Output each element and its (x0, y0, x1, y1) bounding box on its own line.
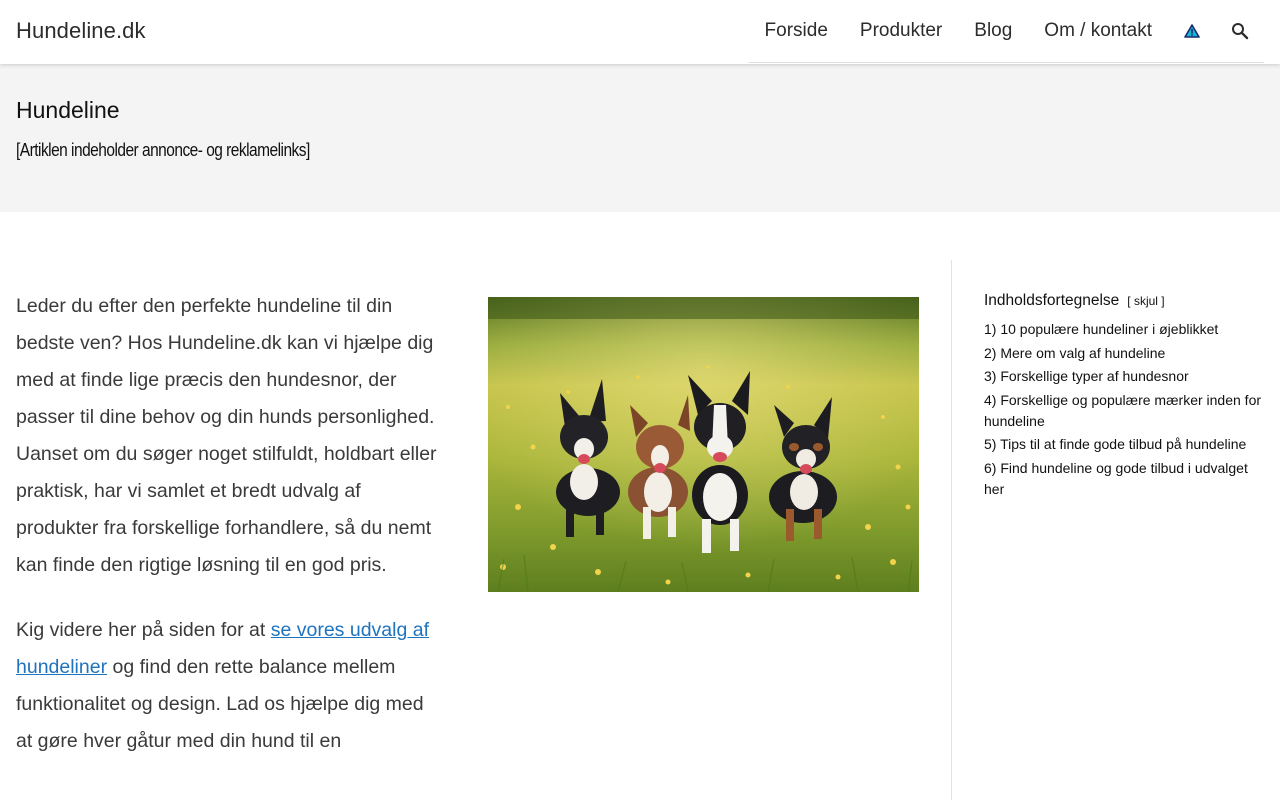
ad-disclaimer: [Artiklen indeholder annonce- og reklame… (16, 140, 310, 160)
sidebar-divider (951, 260, 952, 800)
toc-item-6[interactable]: 6) Find hundeline og gode tilbud i udval… (984, 458, 1264, 500)
search-icon[interactable] (1216, 22, 1264, 40)
hero-image-dogs-running (488, 297, 919, 592)
nav-item-produkter[interactable]: Produkter (844, 20, 958, 42)
toc-hide-toggle[interactable]: [ skjul ] (1127, 294, 1164, 308)
site-header: Hundeline.dk Forside Produkter Blog Om /… (0, 0, 1280, 64)
second-paragraph-start: Kig videre her på siden for at (16, 619, 271, 641)
intro-paragraph: Leder du efter den perfekte hundeline ti… (16, 295, 437, 576)
nav-item-om-kontakt[interactable]: Om / kontakt (1028, 20, 1168, 42)
page-title-band: Hundeline [Artiklen indeholder annonce- … (0, 64, 1280, 212)
warning-triangle-icon[interactable] (1168, 24, 1216, 38)
nav-item-forside[interactable]: Forside (749, 20, 844, 42)
table-of-contents: Indholdsfortegnelse [ skjul ] 1) 10 popu… (984, 292, 1264, 502)
toc-item-5[interactable]: 5) Tips til at finde gode tilbud på hund… (984, 434, 1264, 455)
toc-item-4[interactable]: 4) Forskellige og populære mærker inden … (984, 390, 1264, 432)
article-body: Leder du efter den perfekte hundeline ti… (16, 288, 441, 788)
main-nav: Forside Produkter Blog Om / kontakt (748, 0, 1264, 63)
toc-header: Indholdsfortegnelse [ skjul ] (984, 292, 1264, 310)
site-title-link[interactable]: Hundeline.dk (16, 18, 146, 44)
nav-item-blog[interactable]: Blog (958, 20, 1028, 42)
toc-list: 1) 10 populære hundeliner i øjeblikket 2… (984, 319, 1264, 500)
toc-title: Indholdsfortegnelse (984, 292, 1120, 309)
page-title: Hundeline (16, 97, 120, 123)
toc-item-3[interactable]: 3) Forskellige typer af hundesnor (984, 366, 1264, 387)
toc-item-2[interactable]: 2) Mere om valg af hundeline (984, 343, 1264, 364)
second-paragraph: Kig videre her på siden for at se vores … (16, 612, 441, 760)
toc-item-1[interactable]: 1) 10 populære hundeliner i øjeblikket (984, 319, 1264, 340)
